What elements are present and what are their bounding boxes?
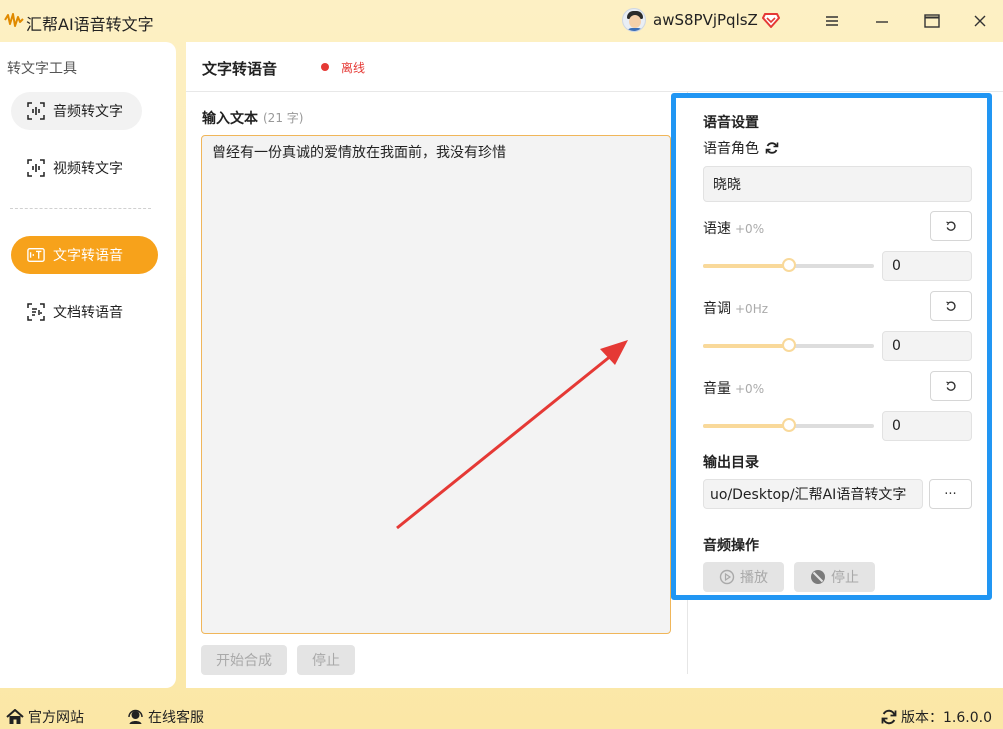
title-bar: 汇帮AI语音转文字 awS8PVjPqlsZ bbox=[0, 0, 1003, 42]
refresh-icon[interactable] bbox=[765, 141, 779, 155]
volume-input[interactable]: 0 bbox=[882, 411, 972, 441]
sidebar-item-label: 文字转语音 bbox=[53, 248, 123, 264]
app-title: 汇帮AI语音转文字 bbox=[26, 15, 154, 34]
official-website-label: 官方网站 bbox=[28, 710, 84, 726]
volume-slider[interactable] bbox=[703, 418, 874, 432]
page-header: 文字转语音 离线 bbox=[186, 42, 1003, 92]
voice-role-select[interactable]: 晓晓 bbox=[703, 166, 972, 202]
app-logo-icon bbox=[4, 13, 24, 27]
audio-stop-button[interactable]: 停止 bbox=[794, 562, 875, 592]
online-support-label: 在线客服 bbox=[148, 710, 204, 726]
vip-diamond-icon bbox=[761, 13, 780, 28]
username[interactable]: awS8PVjPqlsZ bbox=[653, 11, 758, 29]
video-wave-icon bbox=[27, 159, 45, 177]
volume-slider-knob[interactable] bbox=[781, 418, 796, 432]
speed-reset-button[interactable] bbox=[930, 211, 972, 241]
play-label: 播放 bbox=[740, 570, 768, 586]
sidebar-item-audio-to-text[interactable]: 音频转文字 bbox=[11, 92, 142, 130]
menu-icon bbox=[826, 16, 838, 26]
pitch-label-row: 音调 +0Hz bbox=[703, 298, 768, 318]
home-icon bbox=[6, 709, 24, 724]
headset-icon bbox=[128, 709, 143, 724]
close-icon bbox=[974, 15, 986, 27]
play-button[interactable]: 播放 bbox=[703, 562, 784, 592]
output-path-input[interactable]: uo/Desktop/汇帮AI语音转文字 bbox=[703, 479, 923, 509]
sidebar-title: 转文字工具 bbox=[7, 61, 77, 77]
voice-role-row: 语音角色 bbox=[703, 138, 779, 158]
reset-icon bbox=[946, 381, 956, 391]
minimize-button[interactable] bbox=[870, 10, 894, 32]
browse-button[interactable]: ··· bbox=[929, 479, 972, 509]
text-to-speech-icon bbox=[27, 246, 45, 264]
volume-label: 音量 bbox=[703, 381, 731, 397]
sidebar: 转文字工具 音频转文字 视频转文字 文字转语音 文档转语音 bbox=[0, 42, 176, 688]
speed-label: 语速 bbox=[703, 221, 731, 237]
sidebar-item-document-to-speech[interactable]: 文档转语音 bbox=[11, 293, 142, 331]
reset-icon bbox=[946, 301, 956, 311]
sidebar-item-video-to-text[interactable]: 视频转文字 bbox=[11, 149, 142, 187]
speed-input[interactable]: 0 bbox=[882, 251, 972, 281]
char-count: (21 字) bbox=[263, 111, 304, 125]
voice-role-label: 语音角色 bbox=[703, 141, 759, 157]
pitch-slider[interactable] bbox=[703, 338, 874, 352]
page-title: 文字转语音 bbox=[202, 60, 278, 78]
pitch-hint: +0Hz bbox=[735, 302, 769, 316]
close-button[interactable] bbox=[968, 10, 992, 32]
maximize-icon bbox=[924, 14, 940, 28]
sidebar-item-text-to-speech[interactable]: 文字转语音 bbox=[11, 236, 158, 274]
voice-settings-panel: 语音设置 语音角色 晓晓 语速 +0% 0 音调 +0Hz 0 音量 +0% 0… bbox=[671, 93, 992, 600]
sidebar-item-label: 文档转语音 bbox=[53, 305, 123, 321]
user-info[interactable]: awS8PVjPqlsZ bbox=[622, 8, 780, 32]
volume-reset-button[interactable] bbox=[930, 371, 972, 401]
minimize-icon bbox=[876, 21, 888, 23]
pitch-reset-button[interactable] bbox=[930, 291, 972, 321]
version-label: 版本：1.6.0.0 bbox=[901, 710, 992, 726]
volume-hint: +0% bbox=[735, 382, 765, 396]
reset-icon bbox=[946, 221, 956, 231]
update-icon bbox=[881, 709, 897, 725]
audio-ops-label: 音频操作 bbox=[703, 538, 759, 554]
sidebar-item-label: 音频转文字 bbox=[53, 104, 123, 120]
version-info[interactable]: 版本：1.6.0.0 bbox=[881, 707, 992, 727]
sidebar-item-label: 视频转文字 bbox=[53, 161, 123, 177]
audio-wave-icon bbox=[27, 102, 45, 120]
official-website-link[interactable]: 官方网站 bbox=[6, 707, 84, 727]
pitch-input[interactable]: 0 bbox=[882, 331, 972, 361]
text-input-area[interactable]: 曾经有一份真诚的爱情放在我面前，我没有珍惜 bbox=[201, 135, 671, 634]
avatar[interactable] bbox=[622, 8, 646, 32]
speed-hint: +0% bbox=[735, 222, 765, 236]
menu-button[interactable] bbox=[820, 10, 844, 32]
stop-synthesis-button[interactable]: 停止 bbox=[297, 645, 355, 675]
audio-stop-label: 停止 bbox=[831, 570, 859, 586]
output-dir-label: 输出目录 bbox=[703, 455, 759, 471]
document-audio-icon bbox=[27, 303, 45, 321]
speed-slider-knob[interactable] bbox=[781, 258, 796, 272]
input-label: 输入文本 bbox=[202, 111, 258, 127]
stop-icon bbox=[811, 570, 825, 584]
settings-title: 语音设置 bbox=[703, 115, 759, 131]
status-badge: 离线 bbox=[341, 61, 366, 75]
status-dot bbox=[321, 63, 329, 71]
maximize-button[interactable] bbox=[920, 10, 944, 32]
start-synthesis-button[interactable]: 开始合成 bbox=[201, 645, 287, 675]
online-support-link[interactable]: 在线客服 bbox=[127, 707, 204, 727]
sidebar-divider bbox=[10, 208, 151, 209]
pitch-label: 音调 bbox=[703, 301, 731, 317]
speed-label-row: 语速 +0% bbox=[703, 218, 764, 238]
volume-label-row: 音量 +0% bbox=[703, 378, 764, 398]
speed-slider[interactable] bbox=[703, 258, 874, 272]
pitch-slider-knob[interactable] bbox=[781, 338, 796, 352]
play-icon bbox=[719, 569, 735, 585]
